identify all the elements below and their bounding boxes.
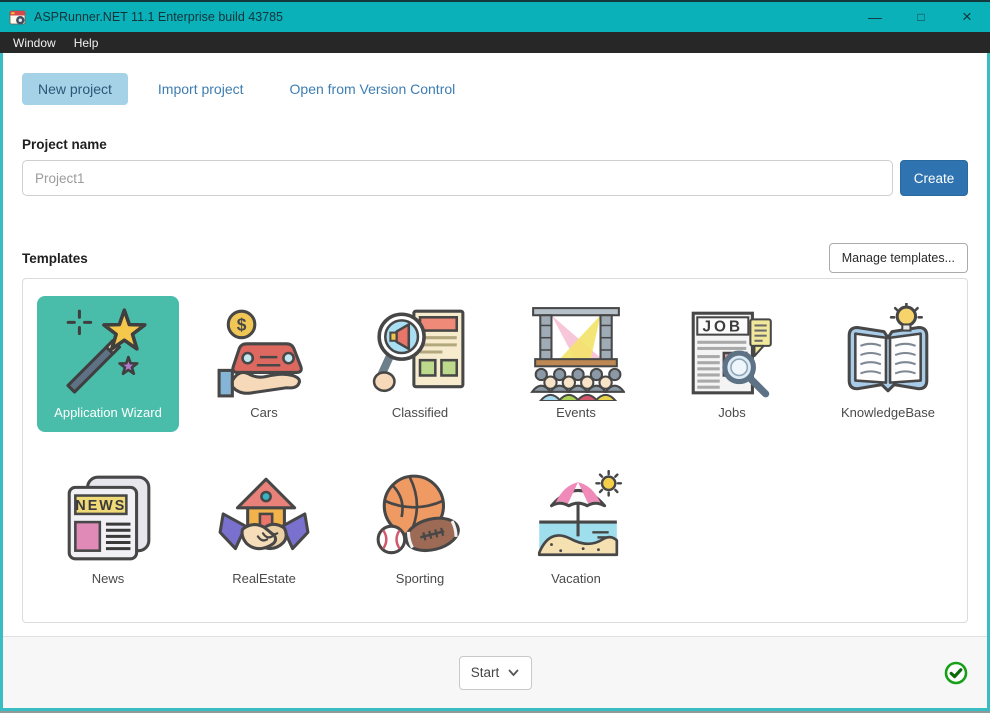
- book-lightbulb-icon: [847, 303, 929, 393]
- template-label: Classified: [391, 405, 449, 420]
- minimize-button[interactable]: —: [852, 2, 898, 32]
- template-label: Jobs: [718, 405, 746, 420]
- project-tabs: New project Import project Open from Ver…: [22, 73, 968, 105]
- ready-check-icon: [944, 661, 968, 685]
- template-label: Cars: [250, 405, 278, 420]
- magic-wand-icon: [66, 308, 147, 394]
- template-tile-cars[interactable]: $ Cars: [193, 296, 335, 432]
- template-tile-classified[interactable]: Classified: [349, 296, 491, 432]
- job-ads-magnifier-icon: JOB: [691, 311, 772, 398]
- template-tile-vacation[interactable]: Vacation: [505, 462, 647, 598]
- job-headline-text: JOB: [702, 319, 743, 336]
- templates-label: Templates: [22, 250, 88, 266]
- manage-templates-button[interactable]: Manage templates...: [828, 243, 968, 273]
- sports-balls-icon: [376, 474, 460, 555]
- app-logo-icon: [9, 10, 26, 24]
- chevron-down-icon: [508, 669, 519, 676]
- project-name-label: Project name: [22, 137, 107, 152]
- template-tile-news[interactable]: NEWS News: [37, 462, 179, 598]
- news-headline-text: NEWS: [75, 498, 126, 514]
- window-controls: — □ ×: [852, 2, 990, 32]
- app-window: ASPRunner.NET 11.1 Enterprise build 4378…: [0, 0, 990, 713]
- content-area: New project Import project Open from Ver…: [0, 53, 990, 711]
- menu-window[interactable]: Window: [4, 36, 65, 50]
- window-title: ASPRunner.NET 11.1 Enterprise build 4378…: [34, 10, 283, 24]
- newspaper-icon: NEWS: [67, 475, 151, 561]
- tab-open-version-control[interactable]: Open from Version Control: [274, 73, 472, 105]
- template-label: Sporting: [395, 571, 445, 586]
- footer-bar: Start: [3, 636, 987, 708]
- template-tile-knowledgebase[interactable]: KnowledgeBase: [817, 296, 959, 432]
- template-label: Application Wizard: [54, 405, 162, 420]
- template-label: KnowledgeBase: [841, 405, 935, 420]
- titlebar: ASPRunner.NET 11.1 Enterprise build 4378…: [0, 2, 990, 32]
- template-tile-application-wizard[interactable]: Application Wizard: [37, 296, 179, 432]
- start-select[interactable]: Start: [458, 655, 532, 690]
- maximize-button[interactable]: □: [898, 2, 944, 32]
- house-handshake-icon: [218, 477, 310, 551]
- templates-panel: Application Wizard $ Cars Classified Eve…: [22, 278, 968, 623]
- car-in-hand-icon: $: [217, 309, 303, 398]
- stage-lights-crowd-icon: [530, 307, 625, 401]
- template-label: RealEstate: [232, 571, 296, 586]
- project-name-row: Create: [22, 160, 968, 196]
- coin-dollar-text: $: [237, 315, 247, 335]
- template-label: Vacation: [551, 571, 601, 586]
- close-button[interactable]: ×: [944, 2, 990, 32]
- template-tile-realestate[interactable]: RealEstate: [193, 462, 335, 598]
- tab-new-project[interactable]: New project: [22, 73, 128, 105]
- beach-umbrella-sun-icon: [537, 469, 623, 557]
- tab-import-project[interactable]: Import project: [142, 73, 260, 105]
- main-panel: New project Import project Open from Ver…: [3, 53, 987, 636]
- project-name-input[interactable]: [22, 160, 893, 196]
- create-button[interactable]: Create: [900, 160, 968, 196]
- menu-help[interactable]: Help: [65, 36, 108, 50]
- template-label: Events: [556, 405, 596, 420]
- template-tile-jobs[interactable]: JOB Jobs: [661, 296, 803, 432]
- templates-header: Templates Manage templates...: [22, 243, 968, 273]
- menubar: Window Help: [0, 32, 990, 53]
- template-label: News: [91, 571, 125, 586]
- start-select-label: Start: [470, 665, 500, 680]
- magnifier-megaphone-icon: [372, 309, 465, 393]
- template-tile-sporting[interactable]: Sporting: [349, 462, 491, 598]
- template-tile-events[interactable]: Events: [505, 296, 647, 432]
